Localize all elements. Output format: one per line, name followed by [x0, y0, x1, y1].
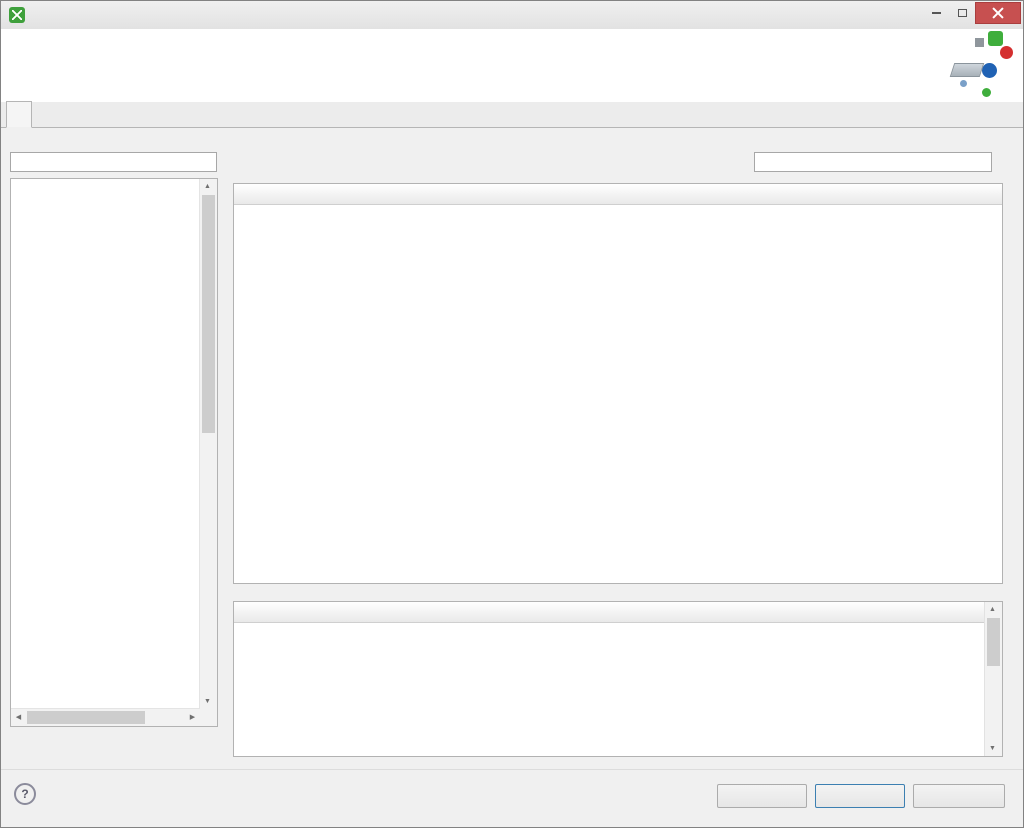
- dialog-header: [1, 29, 1023, 103]
- active-rules-table: [233, 183, 1003, 584]
- app-icon: [9, 7, 25, 23]
- close-icon: [992, 7, 1004, 19]
- apply-button[interactable]: [717, 784, 807, 808]
- scroll-up-icon[interactable]: ▲: [200, 179, 215, 194]
- tree-hscroll-thumb[interactable]: [27, 711, 145, 724]
- help-button[interactable]: [14, 783, 36, 805]
- scroll-down-icon[interactable]: ▼: [200, 694, 215, 709]
- clover-logo: [951, 31, 1015, 99]
- tab-bar: [1, 102, 1023, 128]
- title-bar[interactable]: [1, 1, 1023, 29]
- parameter-vertical-scrollbar[interactable]: ▲ ▼: [984, 602, 1002, 756]
- footer-separator: [1, 769, 1023, 770]
- scroll-left-icon[interactable]: ◀: [11, 709, 26, 724]
- parameter-table: ▲ ▼: [233, 601, 1003, 757]
- parameter-vscroll-thumb[interactable]: [987, 618, 1000, 666]
- active-rules-filter-input[interactable]: [754, 152, 992, 172]
- available-rules-filter-input[interactable]: [10, 152, 217, 172]
- close-button[interactable]: [975, 2, 1021, 24]
- scrollbar-corner: [200, 709, 217, 726]
- cancel-button[interactable]: [913, 784, 1005, 808]
- tree-horizontal-scrollbar[interactable]: ◀ ▶: [11, 708, 200, 726]
- parameter-table-header: [234, 602, 1002, 623]
- tab-rules[interactable]: [6, 101, 32, 128]
- tab-code[interactable]: [32, 101, 58, 128]
- tree-vertical-scrollbar[interactable]: ▲ ▼: [199, 179, 217, 709]
- scroll-right-icon[interactable]: ▶: [185, 709, 200, 724]
- scroll-up-icon[interactable]: ▲: [985, 602, 1000, 617]
- available-rules-tree: ▲ ▼ ◀ ▶: [10, 178, 218, 727]
- validator-dialog: ▲ ▼ ◀ ▶ ▲ ▼: [0, 0, 1024, 828]
- rules-table-header: [234, 184, 1002, 205]
- ok-button[interactable]: [815, 784, 905, 808]
- minimize-icon: [932, 12, 941, 14]
- maximize-button[interactable]: [949, 2, 975, 24]
- tree-vscroll-thumb[interactable]: [202, 195, 215, 433]
- scroll-down-icon[interactable]: ▼: [985, 741, 1000, 756]
- maximize-icon: [958, 9, 967, 17]
- minimize-button[interactable]: [923, 2, 949, 24]
